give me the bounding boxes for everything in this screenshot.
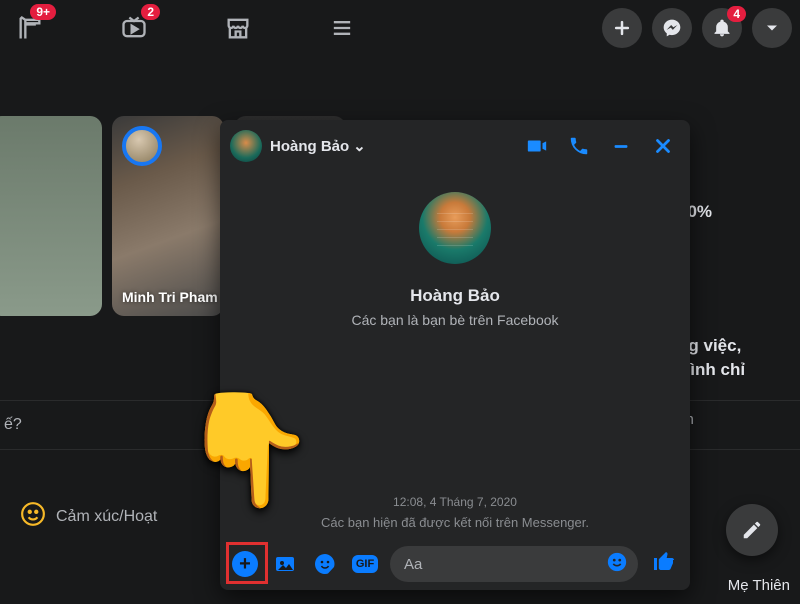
account-menu-button[interactable] [752,8,792,48]
feeling-icon[interactable] [20,501,46,534]
chat-connected-text: Các bạn hiện đã được kết nối trên Messen… [321,515,589,530]
teaser-line: 70% [678,200,788,224]
notifications-button[interactable]: 4 [702,8,742,48]
chat-contact-name[interactable]: Hoàng Bảo ⌄ [270,137,366,155]
notifications-badge: 4 [727,6,746,22]
thumbs-up-icon[interactable] [648,549,680,579]
chat-avatar-small[interactable] [230,130,262,162]
close-icon[interactable] [646,129,680,163]
feeling-label[interactable]: Cảm xúc/Hoạt [56,508,157,526]
chat-avatar-large[interactable] [419,192,491,264]
story-card[interactable]: Minh Tri Pham [112,116,224,316]
chevron-down-icon: ⌄ [353,137,366,155]
story-name: Minh Tri Pham [122,289,218,306]
nav-pages-icon[interactable]: 9+ [8,6,52,50]
new-message-fab[interactable] [726,504,778,556]
story-card[interactable] [0,116,102,316]
chat-input-placeholder: Aa [404,556,606,573]
chat-header: Hoàng Bảo ⌄ [220,120,690,172]
more-actions-button[interactable]: + [230,549,260,579]
chat-body: Hoàng Bảo Các bạn là bạn bè trên Faceboo… [220,172,690,538]
create-button[interactable] [602,8,642,48]
composer-placeholder: ế? [4,416,22,434]
composer-actions: Cảm xúc/Hoạt [0,492,157,542]
chat-timestamp: 12:08, 4 Tháng 7, 2020 [393,495,517,509]
chat-popup: Hoàng Bảo ⌄ Hoàng Bảo Các bạn là bạn bè … [220,120,690,590]
chat-friend-name: Hoàng Bảo [410,286,500,306]
sticker-icon[interactable] [310,549,340,579]
story-avatar [122,126,162,166]
emoji-picker-icon[interactable] [606,551,628,577]
chat-contact-name-text: Hoàng Bảo [270,138,349,155]
minimize-icon[interactable] [604,129,638,163]
teaser-line: ng việc, [678,334,788,358]
messenger-button[interactable] [652,8,692,48]
nav-watch-icon[interactable]: 2 [112,6,156,50]
audio-call-icon[interactable] [562,129,596,163]
top-nav: 9+ 2 4 [0,0,800,56]
watch-badge: 2 [141,4,160,20]
video-call-icon[interactable] [520,129,554,163]
contact-list-item[interactable]: Mẹ Thiên [728,577,790,594]
nav-menu-icon[interactable] [320,6,364,50]
chat-friend-sub: Các bạn là bạn bè trên Facebook [351,312,558,328]
nav-marketplace-icon[interactable] [216,6,260,50]
chat-input[interactable]: Aa [390,546,638,582]
gif-icon[interactable]: GIF [350,549,380,579]
sponsored-teaser: 70% ng việc, trình chỉ k vn [678,200,788,430]
photo-icon[interactable] [270,549,300,579]
pages-badge: 9+ [30,4,56,20]
plus-icon: + [232,551,258,577]
chat-footer: + GIF Aa [220,538,690,590]
teaser-line: trình chỉ [678,358,788,382]
